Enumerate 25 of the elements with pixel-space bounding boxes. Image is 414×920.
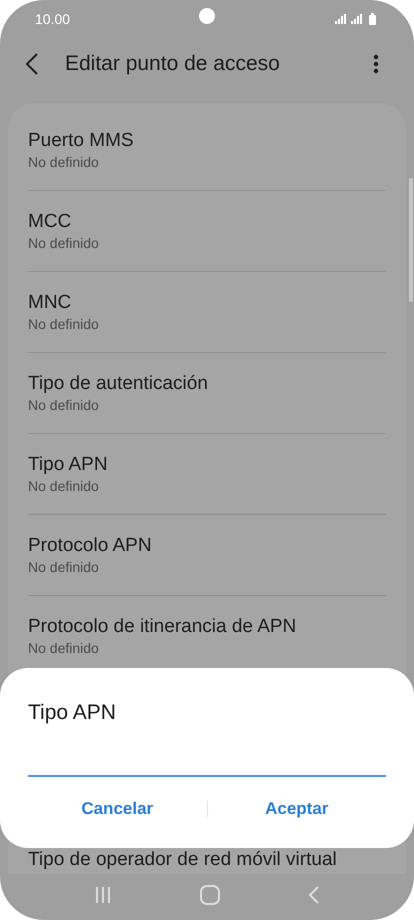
more-options-icon[interactable] xyxy=(373,54,379,74)
page-title: Editar punto de acceso xyxy=(65,51,280,78)
status-icons xyxy=(333,13,379,25)
setting-value: No definido xyxy=(28,558,100,576)
home-icon[interactable] xyxy=(199,884,221,906)
setting-title: Puerto MMS xyxy=(28,129,135,153)
setting-value: No definido xyxy=(28,396,100,414)
setting-value: No definido xyxy=(28,477,100,495)
setting-value: No definido xyxy=(28,315,100,333)
setting-title: MNC xyxy=(28,291,72,315)
setting-title: Protocolo APN xyxy=(28,534,153,558)
setting-title: MCC xyxy=(28,210,72,234)
back-icon[interactable] xyxy=(25,52,39,76)
setting-title: Tipo de autenticación xyxy=(28,372,209,396)
setting-title: Protocolo de itinerancia de APN xyxy=(28,615,298,639)
status-time: 10.00 xyxy=(35,10,70,28)
setting-value: No definido xyxy=(28,234,100,252)
dialog-button[interactable]: Cancelar xyxy=(28,787,206,831)
setting-title: Tipo de operador de red móvil virtual xyxy=(28,849,338,871)
dialog-button[interactable]: Aceptar xyxy=(208,787,386,831)
setting-title: Tipo APN xyxy=(28,453,109,477)
recent-apps-icon[interactable] xyxy=(93,885,113,905)
setting-value: No definido xyxy=(28,639,100,657)
dialog-title: Tipo APN xyxy=(28,700,117,726)
setting-value: No definido xyxy=(28,153,100,171)
